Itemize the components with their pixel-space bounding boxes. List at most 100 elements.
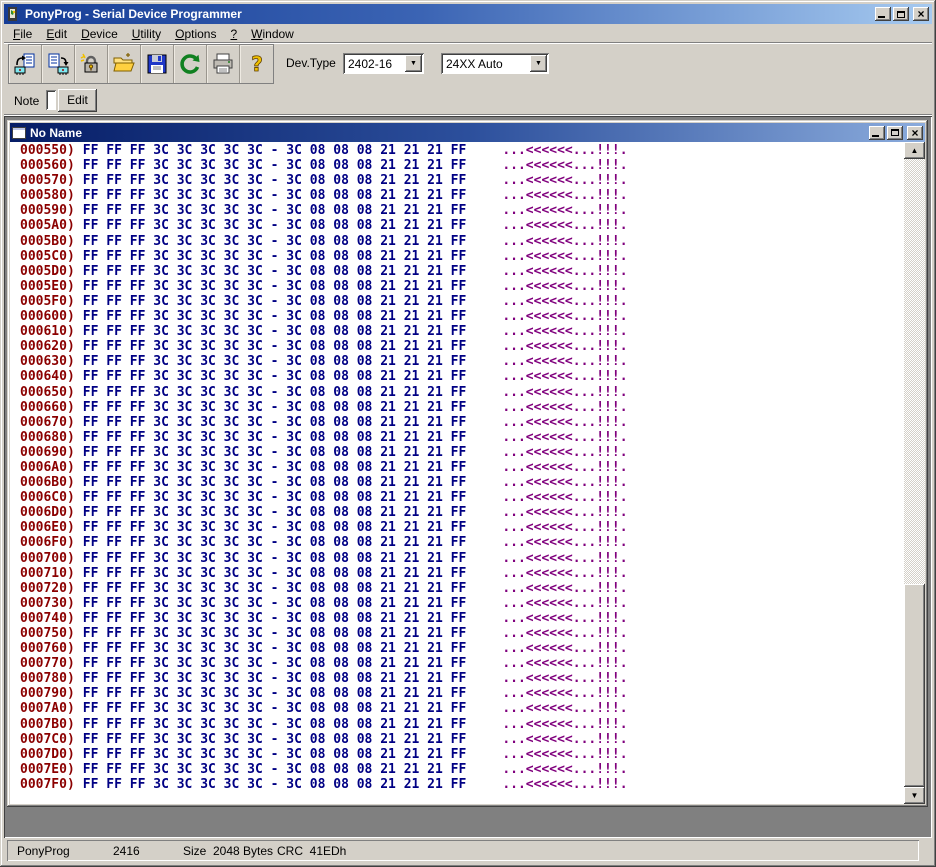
toolbar: ? Dev.Type 2402-16 ▼ 24XX Auto ▼ <box>4 44 932 86</box>
status-size: Size 2048 Bytes <box>183 844 273 858</box>
dev-type-label: Dev.Type <box>286 56 336 70</box>
hex-dump[interactable]: 000550)FF FF FF 3C 3C 3C 3C 3C - 3C 08 0… <box>10 143 904 804</box>
hex-row[interactable]: 0006F0)FF FF FF 3C 3C 3C 3C 3C - 3C 08 0… <box>20 535 904 550</box>
hex-editor-title: No Name <box>30 126 82 140</box>
status-bar: PonyProg 2416 Size 2048 Bytes CRC 41EDh <box>4 838 932 863</box>
scroll-down-button[interactable]: ▼ <box>904 787 925 804</box>
hex-row[interactable]: 000550)FF FF FF 3C 3C 3C 3C 3C - 3C 08 0… <box>20 143 904 158</box>
open-file-button[interactable] <box>108 45 141 83</box>
status-panel: PonyProg 2416 Size 2048 Bytes CRC 41EDh <box>7 840 919 861</box>
hex-row[interactable]: 000600)FF FF FF 3C 3C 3C 3C 3C - 3C 08 0… <box>20 309 904 324</box>
save-file-button[interactable] <box>141 45 174 83</box>
hex-row[interactable]: 0007F0)FF FF FF 3C 3C 3C 3C 3C - 3C 08 0… <box>20 777 904 792</box>
scroll-up-button[interactable]: ▲ <box>904 142 925 159</box>
security-bits-button[interactable] <box>75 45 108 83</box>
hex-row[interactable]: 000770)FF FF FF 3C 3C 3C 3C 3C - 3C 08 0… <box>20 656 904 671</box>
open-file-icon <box>112 52 136 76</box>
device-family-combo[interactable]: 24XX Auto ▼ <box>441 53 549 74</box>
hex-row[interactable]: 000560)FF FF FF 3C 3C 3C 3C 3C - 3C 08 0… <box>20 158 904 173</box>
hex-row[interactable]: 0006D0)FF FF FF 3C 3C 3C 3C 3C - 3C 08 0… <box>20 505 904 520</box>
hex-row[interactable]: 000690)FF FF FF 3C 3C 3C 3C 3C - 3C 08 0… <box>20 445 904 460</box>
hex-row[interactable]: 000610)FF FF FF 3C 3C 3C 3C 3C - 3C 08 0… <box>20 324 904 339</box>
hex-row[interactable]: 000650)FF FF FF 3C 3C 3C 3C 3C - 3C 08 0… <box>20 385 904 400</box>
hex-row[interactable]: 000570)FF FF FF 3C 3C 3C 3C 3C - 3C 08 0… <box>20 173 904 188</box>
hex-row[interactable]: 000700)FF FF FF 3C 3C 3C 3C 3C - 3C 08 0… <box>20 551 904 566</box>
chevron-down-icon: ▼ <box>410 60 417 67</box>
device-family-value: 24XX Auto <box>441 57 530 71</box>
hex-row[interactable]: 000730)FF FF FF 3C 3C 3C 3C 3C - 3C 08 0… <box>20 596 904 611</box>
child-close-button[interactable]: × <box>907 126 923 140</box>
hex-editor-titlebar[interactable]: No Name × <box>10 123 925 142</box>
device-family-dropdown-button[interactable]: ▼ <box>530 55 547 72</box>
hex-row[interactable]: 0007D0)FF FF FF 3C 3C 3C 3C 3C - 3C 08 0… <box>20 747 904 762</box>
mdi-area: No Name × 000550)FF FF FF 3C 3C 3C 3C 3C… <box>4 116 932 838</box>
app-icon <box>7 7 21 21</box>
close-icon: × <box>911 128 918 138</box>
hex-row[interactable]: 0006E0)FF FF FF 3C 3C 3C 3C 3C - 3C 08 0… <box>20 520 904 535</box>
maximize-button[interactable] <box>893 7 909 21</box>
hex-row[interactable]: 000660)FF FF FF 3C 3C 3C 3C 3C - 3C 08 0… <box>20 400 904 415</box>
device-type-dropdown-button[interactable]: ▼ <box>405 55 422 72</box>
scrollbar-track[interactable] <box>904 159 925 787</box>
note-input[interactable] <box>46 90 56 110</box>
hex-row[interactable]: 0005D0)FF FF FF 3C 3C 3C 3C 3C - 3C 08 0… <box>20 264 904 279</box>
vertical-scrollbar[interactable]: ▲ ▼ <box>904 142 925 804</box>
hex-row[interactable]: 0005A0)FF FF FF 3C 3C 3C 3C 3C - 3C 08 0… <box>20 218 904 233</box>
reload-button[interactable] <box>174 45 207 83</box>
hex-row[interactable]: 000780)FF FF FF 3C 3C 3C 3C 3C - 3C 08 0… <box>20 671 904 686</box>
hex-row[interactable]: 000620)FF FF FF 3C 3C 3C 3C 3C - 3C 08 0… <box>20 339 904 354</box>
window-titlebar[interactable]: PonyProg - Serial Device Programmer × <box>4 4 932 24</box>
maximize-icon <box>891 129 899 136</box>
menu-item-window[interactable]: Window <box>244 26 301 42</box>
hex-editor-controls: × <box>869 126 923 140</box>
hex-row[interactable]: 0005F0)FF FF FF 3C 3C 3C 3C 3C - 3C 08 0… <box>20 294 904 309</box>
hex-row[interactable]: 0007B0)FF FF FF 3C 3C 3C 3C 3C - 3C 08 0… <box>20 717 904 732</box>
hex-row[interactable]: 000640)FF FF FF 3C 3C 3C 3C 3C - 3C 08 0… <box>20 369 904 384</box>
minimize-icon <box>878 16 885 18</box>
print-icon <box>211 52 235 76</box>
hex-row[interactable]: 000760)FF FF FF 3C 3C 3C 3C 3C - 3C 08 0… <box>20 641 904 656</box>
hex-row[interactable]: 000580)FF FF FF 3C 3C 3C 3C 3C - 3C 08 0… <box>20 188 904 203</box>
hex-row[interactable]: 0007E0)FF FF FF 3C 3C 3C 3C 3C - 3C 08 0… <box>20 762 904 777</box>
edit-button[interactable]: Edit <box>58 89 97 112</box>
scrollbar-thumb[interactable] <box>904 584 925 787</box>
menu-item-utility[interactable]: Utility <box>125 26 168 42</box>
print-button[interactable] <box>207 45 240 83</box>
read-device-button[interactable] <box>9 45 42 83</box>
menu-item-device[interactable]: Device <box>74 26 125 42</box>
help-button[interactable]: ? <box>240 45 273 83</box>
menu-item-edit[interactable]: Edit <box>39 26 74 42</box>
hex-row[interactable]: 000790)FF FF FF 3C 3C 3C 3C 3C - 3C 08 0… <box>20 686 904 701</box>
minimize-button[interactable] <box>875 7 891 21</box>
child-minimize-button[interactable] <box>869 126 885 140</box>
hex-row[interactable]: 000630)FF FF FF 3C 3C 3C 3C 3C - 3C 08 0… <box>20 354 904 369</box>
hex-row[interactable]: 000710)FF FF FF 3C 3C 3C 3C 3C - 3C 08 0… <box>20 566 904 581</box>
hex-row[interactable]: 000680)FF FF FF 3C 3C 3C 3C 3C - 3C 08 0… <box>20 430 904 445</box>
maximize-icon <box>897 11 905 18</box>
menu-item-help[interactable]: ? <box>223 26 244 42</box>
hex-row[interactable]: 000670)FF FF FF 3C 3C 3C 3C 3C - 3C 08 0… <box>20 415 904 430</box>
hex-row[interactable]: 000590)FF FF FF 3C 3C 3C 3C 3C - 3C 08 0… <box>20 203 904 218</box>
menu-item-options[interactable]: Options <box>168 26 223 42</box>
hex-row[interactable]: 0005C0)FF FF FF 3C 3C 3C 3C 3C - 3C 08 0… <box>20 249 904 264</box>
write-device-button[interactable] <box>42 45 75 83</box>
status-app-name: PonyProg <box>17 844 70 858</box>
device-type-combo[interactable]: 2402-16 ▼ <box>343 53 424 74</box>
child-maximize-button[interactable] <box>887 126 903 140</box>
hex-row[interactable]: 000740)FF FF FF 3C 3C 3C 3C 3C - 3C 08 0… <box>20 611 904 626</box>
chevron-down-icon: ▼ <box>535 60 542 67</box>
device-type-value: 2402-16 <box>343 57 405 71</box>
hex-row[interactable]: 0005B0)FF FF FF 3C 3C 3C 3C 3C - 3C 08 0… <box>20 234 904 249</box>
hex-row[interactable]: 000720)FF FF FF 3C 3C 3C 3C 3C - 3C 08 0… <box>20 581 904 596</box>
hex-row[interactable]: 0006A0)FF FF FF 3C 3C 3C 3C 3C - 3C 08 0… <box>20 460 904 475</box>
hex-row[interactable]: 000750)FF FF FF 3C 3C 3C 3C 3C - 3C 08 0… <box>20 626 904 641</box>
hex-row[interactable]: 0006B0)FF FF FF 3C 3C 3C 3C 3C - 3C 08 0… <box>20 475 904 490</box>
close-button[interactable]: × <box>913 7 929 21</box>
hex-row[interactable]: 0007C0)FF FF FF 3C 3C 3C 3C 3C - 3C 08 0… <box>20 732 904 747</box>
menu-item-file[interactable]: File <box>6 26 39 42</box>
hex-row[interactable]: 0007A0)FF FF FF 3C 3C 3C 3C 3C - 3C 08 0… <box>20 701 904 716</box>
hex-row[interactable]: 0006C0)FF FF FF 3C 3C 3C 3C 3C - 3C 08 0… <box>20 490 904 505</box>
window-title: PonyProg - Serial Device Programmer <box>25 7 242 21</box>
hex-row[interactable]: 0005E0)FF FF FF 3C 3C 3C 3C 3C - 3C 08 0… <box>20 279 904 294</box>
toolbar-button-group: ? <box>8 44 274 84</box>
